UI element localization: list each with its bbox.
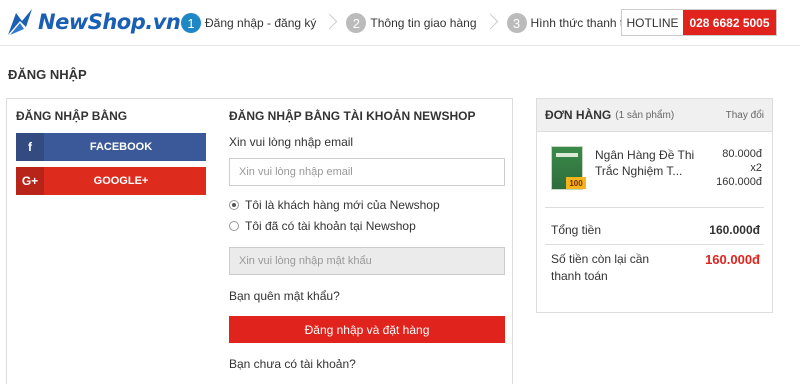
radio-existing-customer[interactable]: Tôi đã có tài khoản tại Newshop bbox=[229, 219, 505, 233]
unit-price: 80.000đ bbox=[722, 148, 762, 160]
total-label: Tổng tiền bbox=[551, 223, 602, 237]
checkout-steps: 1 Đăng nhập - đăng ký 2 Thông tin giao h… bbox=[181, 10, 655, 36]
forgot-password-link[interactable]: Bạn quên mật khẩu? bbox=[229, 289, 505, 303]
hotline-number[interactable]: 028 6682 5005 bbox=[683, 10, 776, 35]
total-value: 160.000đ bbox=[709, 223, 760, 237]
thumbnail-stripe bbox=[556, 153, 578, 157]
google-label: GOOGLE+ bbox=[93, 175, 149, 187]
step-label: Đăng nhập - đăng ký bbox=[205, 16, 317, 30]
divider bbox=[545, 207, 764, 208]
google-login-button[interactable]: G+ GOOGLE+ bbox=[16, 167, 206, 195]
site-header: NewShop.vn 1 Đăng nhập - đăng ký 2 Thông… bbox=[0, 0, 800, 46]
radio-label: Tôi là khách hàng mới của Newshop bbox=[245, 198, 440, 212]
logo-text: NewShop.vn bbox=[38, 10, 181, 34]
facebook-icon: f bbox=[16, 133, 44, 161]
chevron-right-icon bbox=[485, 10, 495, 36]
login-panel: ĐĂNG NHẬP BẰNG f FACEBOOK G+ GOOGLE+ ĐĂN… bbox=[6, 98, 513, 384]
google-plus-icon: G+ bbox=[16, 167, 44, 195]
step-label: Thông tin giao hàng bbox=[370, 16, 477, 30]
remaining-label: Số tiền còn lại cần thanh toán bbox=[551, 252, 650, 283]
order-item-count: (1 sản phẩm) bbox=[615, 109, 675, 121]
book-thumbnail[interactable]: 100 bbox=[551, 146, 586, 190]
item-pricing: 80.000đ x2 160.000đ bbox=[716, 147, 762, 189]
order-header: ĐƠN HÀNG (1 sản phẩm) Thay đổi bbox=[537, 99, 772, 132]
step-shipping[interactable]: 2 Thông tin giao hàng bbox=[346, 10, 494, 36]
order-summary: ĐƠN HÀNG (1 sản phẩm) Thay đổi 100 Ngân … bbox=[536, 98, 773, 313]
facebook-label: FACEBOOK bbox=[89, 141, 153, 153]
step-login[interactable]: 1 Đăng nhập - đăng ký bbox=[181, 10, 334, 36]
item-quantity: x2 bbox=[750, 162, 762, 174]
login-order-button[interactable]: Đăng nhập và đặt hàng bbox=[229, 316, 505, 343]
step-number: 3 bbox=[506, 13, 527, 33]
form-title: ĐĂNG NHẬP BẰNG TÀI KHOẢN NEWSHOP bbox=[229, 109, 476, 123]
hotline-label: HOTLINE bbox=[622, 10, 683, 35]
radio-new-customer[interactable]: Tôi là khách hàng mới của Newshop bbox=[229, 198, 505, 212]
line-total: 160.000đ bbox=[716, 176, 762, 188]
chevron-right-icon bbox=[324, 10, 334, 36]
facebook-login-button[interactable]: f FACEBOOK bbox=[16, 133, 206, 161]
email-hint: Xin vui lòng nhập email bbox=[229, 135, 354, 149]
page-title: ĐĂNG NHẬP bbox=[8, 67, 87, 82]
radio-button-checked[interactable] bbox=[229, 200, 239, 210]
divider bbox=[545, 244, 764, 245]
thumbnail-badge: 100 bbox=[566, 177, 586, 189]
order-title: ĐƠN HÀNG bbox=[545, 108, 612, 122]
edit-order-link[interactable]: Thay đổi bbox=[726, 110, 764, 121]
social-login: ĐĂNG NHẬP BẰNG f FACEBOOK G+ GOOGLE+ bbox=[16, 109, 206, 201]
step-number: 1 bbox=[181, 13, 201, 33]
logo-arrow-icon bbox=[6, 7, 36, 37]
email-input[interactable]: Xin vui lòng nhập email bbox=[229, 158, 505, 186]
register-link[interactable]: Bạn chưa có tài khoản? bbox=[229, 357, 505, 371]
newshop-logo[interactable]: NewShop.vn bbox=[6, 4, 181, 40]
order-item: 100 Ngân Hàng Đề Thi Trắc Nghiệm T... 80… bbox=[537, 133, 772, 199]
step-number: 2 bbox=[346, 13, 367, 33]
password-input[interactable]: Xin vui lòng nhập mật khẩu bbox=[229, 247, 505, 275]
account-login-form: ĐĂNG NHẬP BẰNG TÀI KHOẢN NEWSHOP Xin vui… bbox=[229, 109, 505, 371]
item-name[interactable]: Ngân Hàng Đề Thi Trắc Nghiệm T... bbox=[595, 147, 695, 179]
radio-button[interactable] bbox=[229, 221, 239, 231]
social-login-title: ĐĂNG NHẬP BẰNG bbox=[16, 109, 128, 123]
remaining-value: 160.000đ bbox=[705, 252, 760, 267]
hotline-box[interactable]: HOTLINE 028 6682 5005 bbox=[621, 9, 777, 36]
radio-label: Tôi đã có tài khoản tại Newshop bbox=[245, 219, 416, 233]
